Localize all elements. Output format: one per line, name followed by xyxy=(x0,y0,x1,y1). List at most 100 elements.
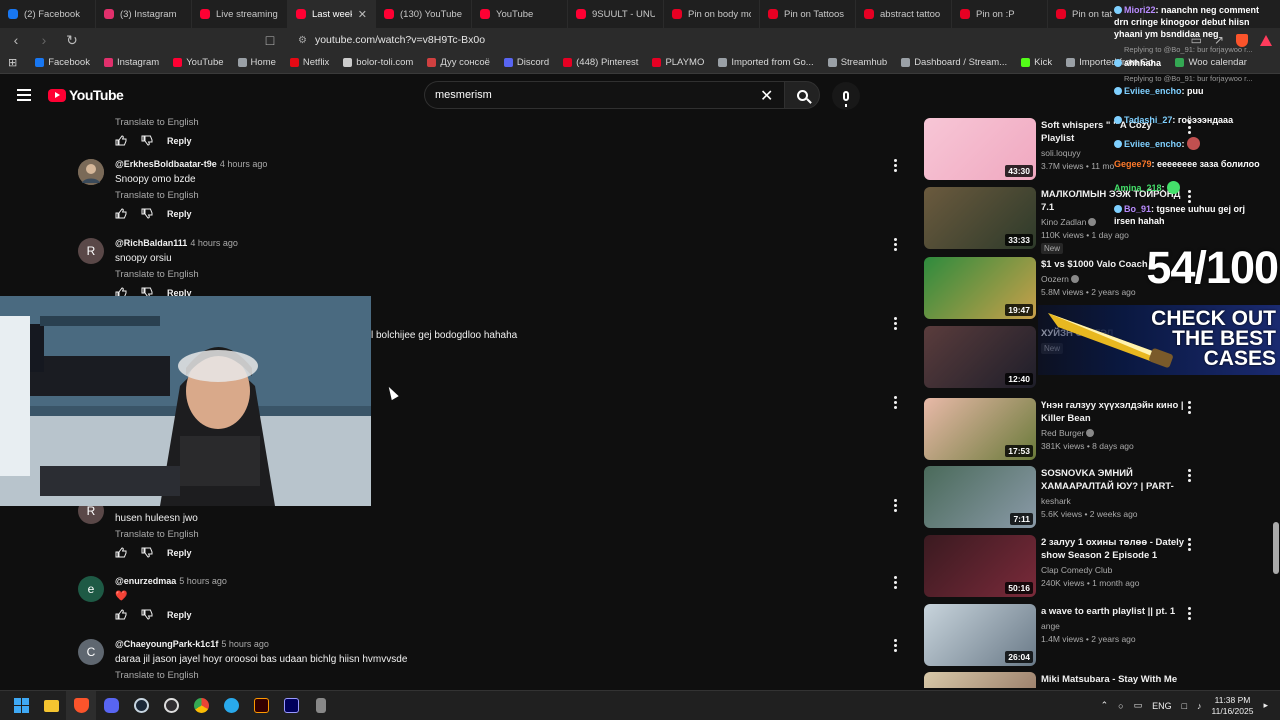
video-more-icon[interactable] xyxy=(1188,401,1191,414)
scrollbar-thumb[interactable] xyxy=(1273,522,1279,574)
clear-search-icon[interactable]: ✕ xyxy=(760,86,773,106)
telegram-icon[interactable] xyxy=(216,691,246,720)
search-button[interactable] xyxy=(784,81,820,109)
video-thumbnail[interactable]: 50:16 xyxy=(924,535,1036,597)
translate-link[interactable]: Translate to English xyxy=(115,529,199,540)
language-indicator[interactable]: ENG xyxy=(1152,701,1172,711)
forward-icon[interactable]: › xyxy=(36,32,52,48)
obs-icon[interactable] xyxy=(156,691,186,720)
thumbs-up-icon[interactable] xyxy=(115,135,127,146)
notification-icon[interactable]: ▸ xyxy=(1263,700,1268,711)
reply-button[interactable]: Reply xyxy=(167,136,192,146)
search-input[interactable] xyxy=(435,89,755,101)
thumbs-down-icon[interactable] xyxy=(141,208,153,219)
avatar[interactable]: e xyxy=(78,576,104,602)
video-title[interactable]: 2 залуу 1 охины төлөө - Dately show Seas… xyxy=(1041,536,1186,562)
video-more-icon[interactable] xyxy=(1188,538,1191,551)
premiere-icon[interactable] xyxy=(276,691,306,720)
comment-author[interactable]: @ChaeyoungPark-k1c1f xyxy=(115,639,218,649)
back-icon[interactable]: ‹ xyxy=(8,32,24,48)
browser-tab[interactable]: YouTube xyxy=(472,0,568,28)
related-video[interactable]: 7:11 SOSNOVKA ЭМНИЙ ХАМААРАЛТАЙ ЮУ? | PAR… xyxy=(924,466,1274,528)
comment-author[interactable]: @enurzedmaa xyxy=(115,576,176,586)
comment-more-icon[interactable] xyxy=(894,317,897,330)
bookmark-item[interactable]: Facebook xyxy=(35,57,90,68)
channel-name[interactable]: Red Burger xyxy=(1041,428,1084,438)
reload-icon[interactable]: ↻ xyxy=(64,32,80,49)
video-thumbnail[interactable]: 43:30 xyxy=(924,118,1036,180)
translate-link[interactable]: Translate to English xyxy=(115,190,267,201)
comment-time[interactable]: 5 hours ago xyxy=(179,576,227,586)
video-thumbnail[interactable] xyxy=(924,672,1036,688)
comment-author[interactable]: @RichBaldan111 xyxy=(115,238,187,248)
bookmark-item[interactable]: Streamhub xyxy=(827,57,887,68)
video-title[interactable]: SOSNOVKA ЭМНИЙ ХАМААРАЛТАЙ ЮУ? | PART-2.… xyxy=(1041,467,1186,493)
translate-link[interactable]: Translate to English xyxy=(115,269,238,280)
bookmark-item[interactable]: Imported from Go... xyxy=(718,57,814,68)
video-thumbnail[interactable]: 17:53 xyxy=(924,398,1036,460)
related-video[interactable]: 26:04 a wave to earth playlist || pt. 1 an… xyxy=(924,604,1274,666)
browser-tab[interactable]: (130) YouTube xyxy=(376,0,472,28)
thumbs-down-icon[interactable] xyxy=(141,135,153,146)
browser-tab[interactable]: Pin on body mod xyxy=(664,0,760,28)
browser-tab[interactable]: (3) Instagram xyxy=(96,0,192,28)
comment-time[interactable]: 5 hours ago xyxy=(221,639,269,649)
close-tab-icon[interactable]: ✕ xyxy=(358,8,367,21)
bookmark-item[interactable]: Дуу сонсоё xyxy=(427,57,490,68)
reply-button[interactable]: Reply xyxy=(167,610,192,620)
reply-button[interactable]: Reply xyxy=(167,209,192,219)
search-box[interactable] xyxy=(424,81,786,109)
browser-tab[interactable]: 9SUULT - UNUU xyxy=(568,0,664,28)
video-thumbnail[interactable]: 33:33 xyxy=(924,187,1036,249)
video-thumbnail[interactable]: 12:40 xyxy=(924,326,1036,388)
video-more-icon[interactable] xyxy=(1188,607,1191,620)
page-scrollbar[interactable] xyxy=(1272,118,1280,688)
channel-name[interactable]: ange xyxy=(1041,621,1060,631)
video-thumbnail[interactable]: 7:11 xyxy=(924,466,1036,528)
browser-tab[interactable]: (2) Facebook xyxy=(0,0,96,28)
video-title[interactable]: a wave to earth playlist || pt. 1 xyxy=(1041,605,1186,618)
channel-name[interactable]: Clap Comedy Club xyxy=(1041,565,1112,575)
avatar[interactable]: C xyxy=(78,639,104,665)
browser-tab[interactable]: Live streaming - Y xyxy=(192,0,288,28)
channel-name[interactable]: Oozern xyxy=(1041,274,1069,284)
brave-browser-icon[interactable] xyxy=(66,690,96,720)
related-video[interactable]: 17:53 Үнэн галзуу хүүхэлдэйн кино | Kille… xyxy=(924,398,1274,460)
start-button[interactable] xyxy=(6,691,36,720)
bookmark-item[interactable]: bolor-toli.com xyxy=(343,57,413,68)
comment-author[interactable]: @ErkhesBoldbaatar-t9e xyxy=(115,159,217,169)
illustrator-icon[interactable] xyxy=(246,691,276,720)
bookmark-item[interactable]: YouTube xyxy=(173,57,224,68)
related-video[interactable]: Miki Matsubara - Stay With Me xyxy=(924,672,1274,688)
chrome-icon[interactable] xyxy=(186,691,216,720)
bookmark-item[interactable]: PLAYMO xyxy=(652,57,704,68)
related-video[interactable]: 50:16 2 залуу 1 охины төлөө - Dately show… xyxy=(924,535,1274,597)
youtube-logo[interactable]: YouTube xyxy=(48,87,124,103)
reply-button[interactable]: Reply xyxy=(167,548,192,558)
display-tray-icon[interactable]: ▭ xyxy=(1134,700,1143,711)
browser-tab[interactable]: abstract tattoo by xyxy=(856,0,952,28)
bookmark-item[interactable]: Kick xyxy=(1021,57,1052,68)
bookmark-item[interactable]: Discord xyxy=(503,57,549,68)
comment-more-icon[interactable] xyxy=(894,576,897,589)
channel-name[interactable]: Kino Zadlan xyxy=(1041,217,1086,227)
thumbs-up-icon[interactable] xyxy=(115,547,127,558)
taskbar-clock[interactable]: 11:38 PM 11/16/2025 xyxy=(1212,695,1254,717)
avatar[interactable] xyxy=(78,159,104,185)
thumbs-up-icon[interactable] xyxy=(115,609,127,620)
app-icon[interactable] xyxy=(306,691,336,720)
channel-name[interactable]: keshark xyxy=(1041,496,1071,506)
avatar[interactable]: R xyxy=(78,238,104,264)
video-more-icon[interactable] xyxy=(1188,469,1191,482)
comment-time[interactable]: 4 hours ago xyxy=(220,159,268,169)
bookmark-item[interactable]: Netflix xyxy=(289,57,329,68)
thumbs-up-icon[interactable] xyxy=(115,208,127,219)
video-thumbnail[interactable]: 19:47 xyxy=(924,257,1036,319)
comment-more-icon[interactable] xyxy=(894,639,897,652)
volume-icon[interactable]: ♪ xyxy=(1197,701,1202,711)
browser-tab[interactable]: Pin on :P xyxy=(952,0,1048,28)
translate-link[interactable]: Translate to English xyxy=(115,670,407,681)
video-title[interactable]: Miki Matsubara - Stay With Me xyxy=(1041,673,1186,686)
thumbs-down-icon[interactable] xyxy=(141,609,153,620)
steam-icon[interactable] xyxy=(126,691,156,720)
